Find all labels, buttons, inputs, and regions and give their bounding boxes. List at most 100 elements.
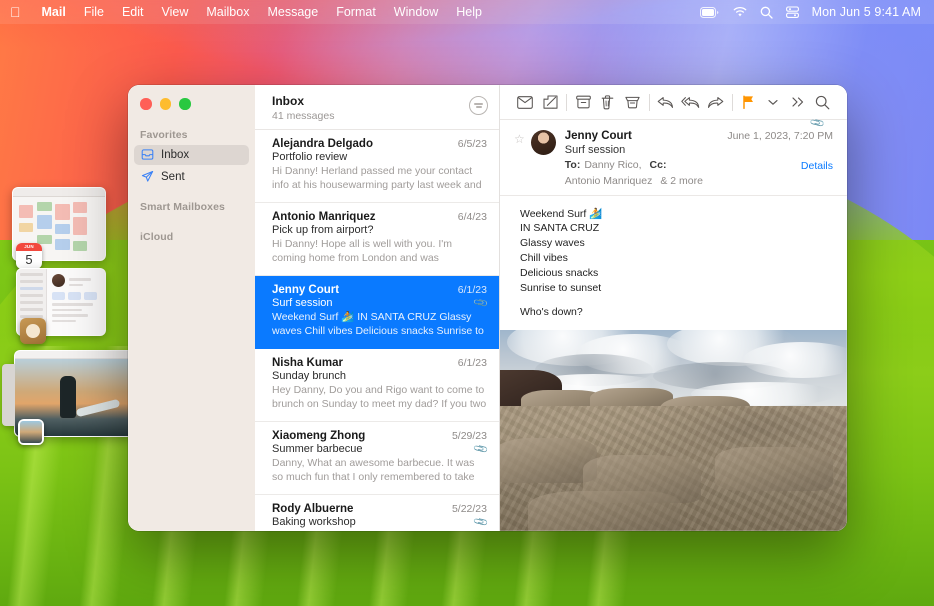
message-list-title: Inbox [272, 94, 304, 108]
stage-manager-photos[interactable] [2, 350, 134, 445]
calendar-icon-day: 5 [25, 252, 33, 267]
message-subject: Baking workshop [272, 516, 356, 528]
menu-item-mail[interactable]: Mail [33, 5, 75, 19]
calendar-icon-month: JUN [16, 243, 42, 251]
sidebar-item-sent[interactable]: Sent [134, 167, 249, 187]
mail-toolbar [500, 85, 847, 120]
paperclip-icon: 📎 [472, 440, 490, 458]
body-line: Sunrise to sunset [520, 282, 602, 295]
message-sender: Xiaomeng Zhong [272, 430, 366, 442]
calendar-preview-toolbar [13, 188, 105, 197]
apple-logo-icon[interactable]:  [10, 5, 21, 19]
message-subject: Sunday brunch [272, 370, 346, 382]
stage-manager-calendar[interactable]: JUN 5 [12, 187, 106, 269]
junk-button[interactable] [620, 90, 645, 115]
message-sender: Jenny Court [272, 284, 340, 296]
paperclip-icon: 📎 [810, 115, 827, 132]
mail-sidebar: Favorites Inbox Sent Smart Mailboxes iCl… [128, 85, 255, 531]
mail-window[interactable]: Favorites Inbox Sent Smart Mailboxes iCl… [128, 85, 847, 531]
message-sender: Alejandra Delgado [272, 138, 373, 150]
message-preview: Hey Danny, Do you and Rigo want to come … [272, 384, 487, 412]
maximize-button[interactable] [179, 98, 191, 110]
compose-button[interactable] [538, 90, 563, 115]
message-preview: Weekend Surf 🏄 IN SANTA CRUZ Glassy wave… [272, 311, 484, 339]
paperclip-icon: 📎 [472, 513, 490, 531]
menu-item-message[interactable]: Message [258, 5, 327, 19]
close-button[interactable] [140, 98, 152, 110]
star-outline-icon[interactable]: ☆ [514, 132, 525, 146]
menu-item-help[interactable]: Help [447, 5, 491, 19]
sidebar-section-smart-mailboxes[interactable]: Smart Mailboxes [128, 201, 255, 217]
message-date: 6/5/23 [457, 138, 487, 150]
window-controls [128, 93, 255, 110]
message-subject: Surf session [272, 297, 333, 309]
menu-item-mailbox[interactable]: Mailbox [197, 5, 258, 19]
reading-pane: ☆ Jenny Court Surf session To: Danny Ric… [500, 85, 847, 531]
more-recipients[interactable]: & 2 more [660, 175, 703, 187]
more-button[interactable] [786, 90, 811, 115]
message-preview: Hi Danny! Herland passed me your contact… [272, 165, 482, 193]
contacts-preview-card [47, 269, 105, 335]
message-list[interactable]: Inbox 41 messages Alejandra Delgado 6/5/… [255, 85, 500, 531]
message-list-item[interactable]: Nisha Kumar 6/1/23 Sunday brunch Hey Dan… [255, 349, 499, 422]
battery-icon[interactable] [699, 6, 720, 18]
message-list-item[interactable]: Antonio Manriquez 6/4/23 Pick up from ai… [255, 203, 499, 276]
menu-bar-status-area: Mon Jun 5 9:41 AM [699, 5, 924, 19]
message-list-item[interactable]: Xiaomeng Zhong 5/29/23 Summer barbecue 📎… [255, 422, 499, 495]
chevron-down-icon[interactable] [761, 90, 786, 115]
message-list-scroll[interactable]: Alejandra Delgado 6/5/23 Portfolio revie… [255, 130, 499, 531]
menu-item-file[interactable]: File [75, 5, 113, 19]
sent-paperplane-icon [140, 170, 154, 184]
sidebar-section-icloud[interactable]: iCloud [128, 231, 255, 247]
message-list-item[interactable]: Rody Albuerne 5/22/23 Baking workshop 📎 … [255, 495, 499, 531]
paperclip-icon: 📎 [472, 294, 490, 312]
sidebar-section-favorites: Favorites [140, 128, 188, 141]
message-date: 5/29/23 [451, 430, 487, 442]
search-icon[interactable] [810, 90, 835, 115]
archive-button[interactable] [571, 90, 596, 115]
menu-item-format[interactable]: Format [327, 5, 385, 19]
calendar-app-icon[interactable]: JUN 5 [16, 243, 42, 269]
sidebar-item-inbox[interactable]: Inbox [134, 144, 249, 165]
message-date: 5/22/23 [451, 503, 487, 515]
menu-item-edit[interactable]: Edit [113, 5, 153, 19]
message-preview: Hello Bakers, We're very excited to have… [272, 530, 487, 531]
message-sender: Nisha Kumar [272, 357, 343, 369]
cc-value[interactable]: Antonio Manriquez [565, 175, 653, 187]
body-line: Delicious snacks [520, 267, 599, 280]
wifi-icon[interactable] [733, 6, 747, 18]
control-center-icon[interactable] [785, 5, 799, 19]
menu-bar-clock[interactable]: Mon Jun 5 9:41 AM [812, 5, 921, 19]
reply-all-button[interactable] [678, 90, 703, 115]
minimize-button[interactable] [159, 98, 171, 110]
reply-button[interactable] [654, 90, 679, 115]
contacts-app-icon[interactable] [20, 318, 46, 344]
message-recipients: To: Danny Rico, Cc: Antonio Manriquez & … [565, 159, 718, 187]
search-icon[interactable] [760, 6, 773, 19]
message-date: 6/4/23 [457, 211, 487, 223]
message-list-item[interactable]: Alejandra Delgado 6/5/23 Portfolio revie… [255, 130, 499, 203]
message-list-item-selected[interactable]: Jenny Court 6/1/23 Surf session 📎 Weeken… [255, 276, 499, 349]
flag-button[interactable] [736, 90, 761, 115]
menu-item-window[interactable]: Window [385, 5, 447, 19]
stage-manager-contacts[interactable] [16, 268, 106, 344]
forward-button[interactable] [703, 90, 728, 115]
message-subject: Portfolio review [272, 151, 348, 163]
message-subject-line: Surf session [564, 143, 626, 156]
message-subject: Pick up from airport? [272, 224, 374, 236]
body-closing-line: Who's down? [520, 305, 583, 318]
mark-unread-button[interactable] [513, 90, 538, 115]
inbox-icon [140, 148, 154, 162]
photos-app-icon[interactable] [18, 419, 44, 445]
sender-avatar [530, 130, 556, 155]
message-list-header: Inbox 41 messages [255, 85, 499, 130]
to-value[interactable]: Danny Rico, [584, 159, 641, 171]
delete-button[interactable] [596, 90, 621, 115]
cc-label: Cc: [649, 158, 667, 171]
message-timestamp: June 1, 2023, 7:20 PM [727, 130, 833, 142]
message-header: ☆ Jenny Court Surf session To: Danny Ric… [500, 116, 847, 196]
body-line: Chill vibes [520, 252, 568, 265]
filter-icon[interactable] [469, 96, 488, 115]
message-attachment-photo[interactable] [500, 329, 847, 531]
menu-item-view[interactable]: View [153, 5, 198, 19]
